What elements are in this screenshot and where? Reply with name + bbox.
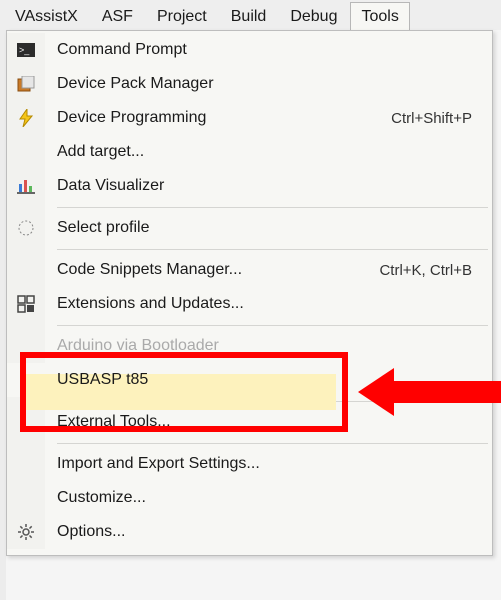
menu-label: Options...	[45, 523, 472, 541]
blank-icon	[7, 329, 45, 363]
lightning-icon	[7, 101, 45, 135]
menu-separator	[7, 439, 492, 447]
menu-label: Data Visualizer	[45, 177, 472, 195]
menu-label: Device Programming	[45, 109, 391, 127]
gear-icon	[7, 515, 45, 549]
menu-label: Command Prompt	[45, 41, 472, 59]
menu-label: Add target...	[45, 143, 472, 161]
menu-item-extensions-and-updates[interactable]: Extensions and Updates...	[7, 287, 492, 321]
menu-label: Customize...	[45, 489, 472, 507]
menu-item-select-profile[interactable]: Select profile	[7, 211, 492, 245]
menubar: VAssistX ASF Project Build Debug Tools	[0, 0, 501, 30]
menu-shortcut: Ctrl+Shift+P	[391, 110, 480, 127]
tools-dropdown: >_ Command Prompt Device Pack Manager De…	[6, 30, 493, 556]
menu-item-code-snippets-manager[interactable]: Code Snippets Manager... Ctrl+K, Ctrl+B	[7, 253, 492, 287]
menu-item-arduino-via-bootloader[interactable]: Arduino via Bootloader	[7, 329, 492, 363]
menu-item-device-programming[interactable]: Device Programming Ctrl+Shift+P	[7, 101, 492, 135]
svg-text:>_: >_	[19, 45, 30, 55]
menu-item-import-export-settings[interactable]: Import and Export Settings...	[7, 447, 492, 481]
menu-label: Import and Export Settings...	[45, 455, 472, 473]
menu-shortcut: Ctrl+K, Ctrl+B	[379, 262, 480, 279]
blank-icon	[7, 447, 45, 481]
blank-icon	[7, 253, 45, 287]
extensions-icon	[7, 287, 45, 321]
menubar-item-debug[interactable]: Debug	[279, 2, 348, 30]
menu-separator	[7, 321, 492, 329]
app-window: VAssistX ASF Project Build Debug Tools >…	[0, 0, 501, 600]
menu-item-options[interactable]: Options...	[7, 515, 492, 549]
chart-icon	[7, 169, 45, 203]
menu-separator	[7, 245, 492, 253]
menu-label: Extensions and Updates...	[45, 295, 472, 313]
blank-icon	[7, 481, 45, 515]
menubar-item-vassistx[interactable]: VAssistX	[4, 2, 89, 30]
menu-item-add-target[interactable]: Add target...	[7, 135, 492, 169]
menubar-item-tools[interactable]: Tools	[350, 2, 409, 30]
menu-label: Device Pack Manager	[45, 75, 472, 93]
menu-label: Select profile	[45, 219, 472, 237]
menu-item-device-pack-manager[interactable]: Device Pack Manager	[7, 67, 492, 101]
menu-label: Arduino via Bootloader	[45, 337, 472, 355]
profile-icon	[7, 211, 45, 245]
menubar-item-project[interactable]: Project	[146, 2, 218, 30]
menubar-item-asf[interactable]: ASF	[91, 2, 144, 30]
blank-icon	[7, 363, 45, 397]
menu-item-command-prompt[interactable]: >_ Command Prompt	[7, 33, 492, 67]
menu-item-data-visualizer[interactable]: Data Visualizer	[7, 169, 492, 203]
terminal-icon: >_	[7, 33, 45, 67]
callout-arrow	[358, 368, 501, 416]
menu-item-customize[interactable]: Customize...	[7, 481, 492, 515]
blank-icon	[7, 135, 45, 169]
menu-separator	[7, 203, 492, 211]
blank-icon	[7, 405, 45, 439]
device-pack-icon	[7, 67, 45, 101]
menubar-item-build[interactable]: Build	[220, 2, 278, 30]
menu-label: Code Snippets Manager...	[45, 261, 379, 279]
